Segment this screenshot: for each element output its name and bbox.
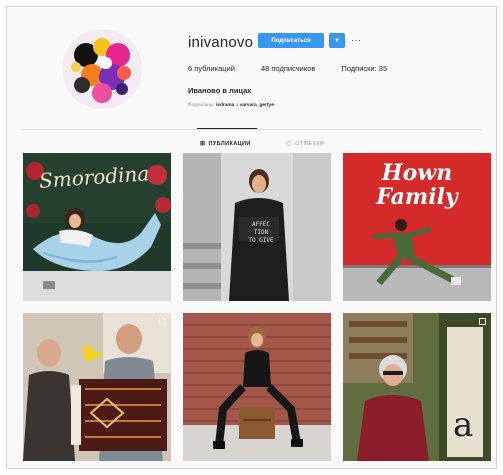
profile-stats: 6 публикаций 48 подписчиков Подписки: 35 (188, 64, 413, 73)
profile-page: inivanovo Подписаться ▼ ··· 6 публикаций… (6, 6, 497, 469)
post-3-sign: Hown Family (376, 160, 458, 210)
followers-count[interactable]: 48 подписчиков (261, 64, 315, 73)
suggested-dropdown-button[interactable]: ▼ (329, 33, 345, 48)
multiple-photos-icon (479, 318, 486, 325)
followed-by-user-1[interactable]: ivdrama (216, 103, 234, 108)
grid-icon: ⊞ (200, 141, 206, 147)
post-image-4 (23, 313, 171, 461)
followed-by-text: Подписаны: ivdrama и varvara_gertye (188, 103, 274, 108)
followed-by-user-2[interactable]: varvara_gertye (240, 103, 274, 108)
post-tile-6[interactable]: a (343, 313, 491, 461)
following-count[interactable]: Подписки: 35 (341, 64, 387, 73)
post-tile-1[interactable]: Smorodina (23, 153, 171, 301)
active-tab-indicator (197, 128, 257, 129)
profile-username: inivanovo (188, 34, 254, 51)
post-tile-5[interactable] (183, 313, 331, 461)
post-tile-3[interactable]: Hown Family (343, 153, 491, 301)
more-options-icon[interactable]: ··· (351, 35, 362, 45)
tag-icon: ▢ (286, 141, 293, 147)
posts-count: 6 публикаций (188, 64, 235, 73)
post-image-5 (183, 313, 331, 461)
post-2-shirt-text: AFFEC TION TO GIVE (248, 221, 274, 244)
profile-avatar[interactable] (62, 29, 142, 109)
profile-full-name: Иваново в лицах (188, 86, 252, 95)
post-tile-2[interactable]: AFFEC TION TO GIVE (183, 153, 331, 301)
tab-tagged[interactable]: ▢ ОТМЕТКИ (286, 140, 324, 148)
follow-button[interactable]: Подписаться (258, 33, 324, 48)
chevron-down-icon: ▼ (334, 37, 340, 44)
avatar-paint-icon (62, 29, 142, 109)
tabs-divider (21, 129, 482, 130)
tab-posts[interactable]: ⊞ ПУБЛИКАЦИИ (200, 140, 251, 148)
post-6-sign-letter: a (453, 405, 474, 445)
post-tile-4[interactable] (23, 313, 171, 461)
multiple-photos-icon (159, 318, 166, 325)
